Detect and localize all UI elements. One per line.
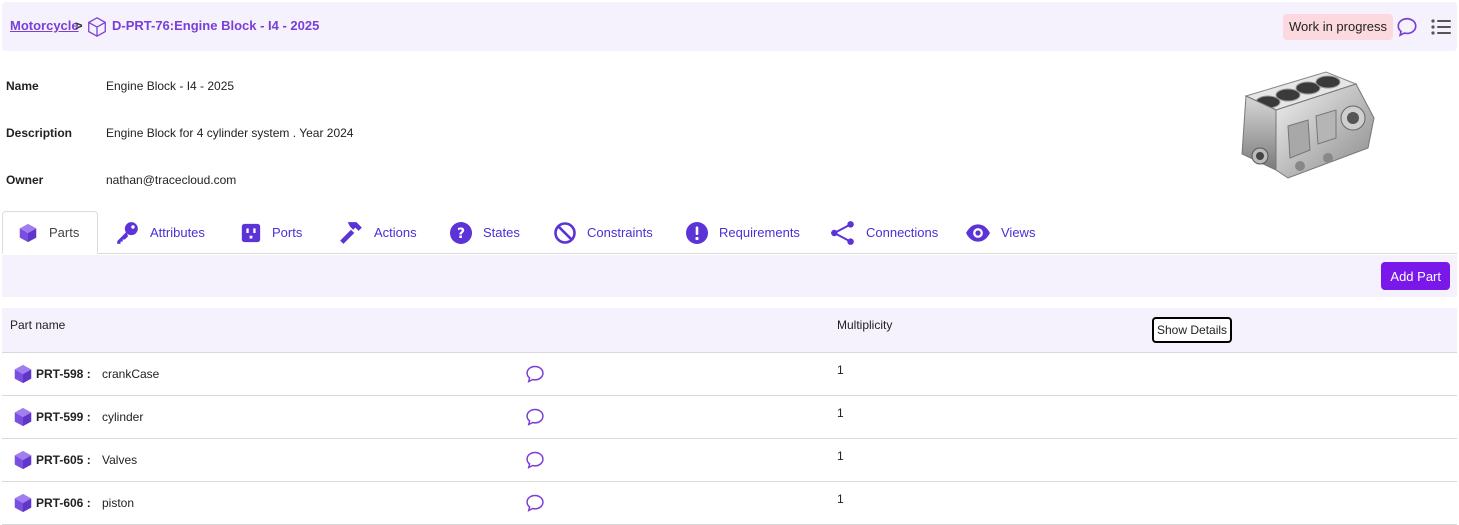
table-row[interactable]: PRT-605 : Valves 1	[2, 439, 1457, 482]
tab-label: Constraints	[587, 225, 653, 240]
tab-bar: Parts Attributes Ports Actions ? States …	[2, 211, 1457, 254]
tab-label: Connections	[866, 225, 939, 240]
part-name[interactable]: crankCase	[102, 367, 159, 381]
description-label: Description	[6, 126, 73, 140]
cube-icon	[14, 364, 32, 384]
name-label: Name	[6, 79, 39, 93]
table-row[interactable]: PRT-599 : cylinder 1	[2, 396, 1457, 439]
exclamation-icon	[686, 221, 708, 244]
cube-icon	[14, 407, 32, 427]
tab-actions[interactable]: Actions	[338, 211, 417, 254]
ban-icon	[554, 221, 576, 244]
question-icon: ?	[450, 221, 472, 244]
list-menu-icon[interactable]	[1430, 17, 1452, 37]
tab-states[interactable]: ? States	[449, 211, 520, 254]
tab-label: Parts	[49, 225, 80, 240]
tab-attributes[interactable]: Attributes	[114, 211, 205, 254]
hammer-icon	[340, 221, 362, 244]
tab-constraints[interactable]: Constraints	[553, 211, 653, 254]
share-nodes-icon	[831, 220, 854, 245]
show-details-button[interactable]: Show Details	[1152, 317, 1233, 343]
part-name[interactable]: Valves	[102, 453, 137, 467]
port-icon	[241, 223, 261, 242]
key-icon	[117, 221, 138, 244]
tab-ports[interactable]: Ports	[240, 211, 302, 254]
comment-icon[interactable]	[1396, 16, 1418, 38]
engine-block-image	[1241, 71, 1375, 179]
status-badge: Work in progress	[1283, 14, 1394, 40]
top-bar: Motorcycle > D-PRT-76:Engine Block - I4 …	[2, 2, 1457, 51]
part-id: PRT-606 :	[36, 496, 91, 510]
owner-label: Owner	[6, 173, 44, 187]
part-name[interactable]: cylinder	[102, 410, 143, 424]
column-header-part-name: Part name	[10, 318, 66, 332]
column-header-multiplicity: Multiplicity	[837, 318, 893, 332]
multiplicity-value: 1	[837, 492, 844, 506]
description-value: Engine Block for 4 cylinder system . Yea…	[106, 126, 354, 140]
owner-value: nathan@tracecloud.com	[106, 173, 237, 187]
svg-text:?: ?	[457, 226, 465, 242]
part-name[interactable]: piston	[102, 496, 134, 510]
eye-icon	[966, 223, 990, 242]
comment-icon[interactable]	[525, 407, 545, 427]
breadcrumb-parent-link[interactable]: Motorcycle	[10, 18, 79, 33]
cube-icon	[14, 450, 32, 470]
comment-icon[interactable]	[525, 493, 545, 513]
tab-parts[interactable]: Parts	[2, 211, 98, 254]
multiplicity-value: 1	[837, 363, 844, 377]
multiplicity-value: 1	[837, 449, 844, 463]
cube-icon	[19, 223, 37, 242]
cube-icon	[14, 493, 32, 513]
tab-label: Requirements	[719, 225, 800, 240]
tab-requirements[interactable]: Requirements	[685, 211, 800, 254]
multiplicity-value: 1	[837, 406, 844, 420]
comment-icon[interactable]	[525, 450, 545, 470]
page-title: D-PRT-76:Engine Block - I4 - 2025	[112, 18, 320, 33]
tab-views[interactable]: Views	[965, 211, 1035, 254]
cube-outline-icon	[88, 17, 106, 37]
tab-label: States	[483, 225, 520, 240]
parts-table-header: Part name Multiplicity Show Details	[2, 308, 1457, 353]
table-row[interactable]: PRT-606 : piston 1	[2, 482, 1457, 525]
comment-icon[interactable]	[525, 364, 545, 384]
part-id: PRT-599 :	[36, 410, 91, 424]
parts-toolbar: Add Part	[2, 255, 1457, 297]
part-id: PRT-598 :	[36, 367, 91, 381]
tab-connections[interactable]: Connections	[830, 211, 938, 254]
part-id: PRT-605 :	[36, 453, 91, 467]
tab-label: Attributes	[150, 225, 205, 240]
add-part-button[interactable]: Add Part	[1381, 262, 1450, 290]
tab-label: Views	[1001, 225, 1036, 240]
table-row[interactable]: PRT-598 : crankCase 1	[2, 353, 1457, 396]
tab-label: Actions	[374, 225, 417, 240]
breadcrumb-separator: >	[75, 18, 83, 33]
name-value: Engine Block - I4 - 2025	[106, 79, 235, 93]
tab-label: Ports	[272, 225, 303, 240]
